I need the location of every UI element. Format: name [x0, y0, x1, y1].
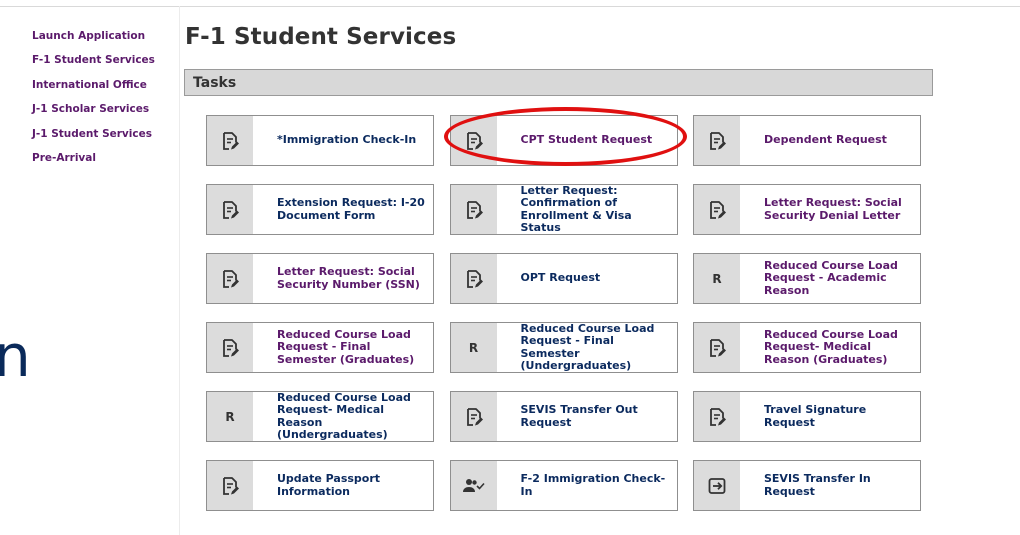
letter-r-glyph: R — [225, 409, 235, 424]
task-tile-label: Reduced Course Load Request- Medical Rea… — [764, 327, 898, 366]
task-tile-label: CPT Student Request — [520, 133, 653, 147]
task-tile-label: Extension Request: I-20 Document Form — [277, 196, 425, 222]
document-edit-icon — [207, 254, 253, 303]
task-tile[interactable]: Letter Request: Confirmation of Enrollme… — [449, 183, 678, 235]
document-edit-icon — [207, 461, 253, 510]
task-tile[interactable]: Extension Request: I-20 Document Form — [206, 184, 434, 235]
letter-r-icon: R — [450, 323, 497, 372]
top-divider — [0, 6, 1020, 7]
task-tile[interactable]: F-2 Immigration Check-In — [449, 460, 678, 511]
transfer-in-icon — [694, 461, 740, 510]
document-edit-icon — [450, 185, 497, 234]
task-tile[interactable]: OPT Request — [449, 253, 678, 304]
partial-edge-text: n — [0, 322, 31, 390]
page-title: F-1 Student Services — [185, 24, 457, 50]
task-tile[interactable]: R Reduced Course Load Request - Final Sem… — [449, 321, 678, 373]
document-edit-icon — [450, 254, 497, 303]
task-tile[interactable]: SEVIS Transfer Out Request — [449, 391, 678, 442]
task-tile-label: Reduced Course Load Request- Medical Rea… — [277, 390, 411, 441]
task-tile[interactable]: Letter Request: Social Security Number (… — [206, 253, 434, 304]
task-tile-label: Letter Request: Confirmation of Enrollme… — [520, 183, 632, 234]
document-edit-icon — [207, 323, 253, 372]
sidebar-item-launch-application[interactable]: Launch Application — [32, 30, 172, 54]
task-tile-label: Reduced Course Load Request - Final Seme… — [520, 321, 655, 372]
letter-r-icon: R — [207, 392, 253, 441]
task-tile-label: SEVIS Transfer In Request — [764, 472, 871, 498]
letter-r-glyph: R — [712, 271, 722, 286]
task-tile[interactable]: Dependent Request — [693, 115, 921, 166]
document-edit-icon — [694, 392, 740, 441]
task-tile[interactable]: Update Passport Information — [206, 460, 434, 511]
task-tile-label: Travel Signature Request — [764, 403, 867, 429]
sidebar-divider — [179, 6, 180, 535]
tasks-section-header: Tasks — [184, 69, 933, 96]
task-tile[interactable]: R Reduced Course Load Request - Academic … — [693, 253, 921, 304]
document-edit-icon — [694, 185, 740, 234]
task-tile[interactable]: SEVIS Transfer In Request — [693, 460, 921, 511]
document-edit-icon — [694, 323, 740, 372]
task-tile[interactable]: Reduced Course Load Request - Final Seme… — [206, 322, 434, 373]
task-tile-label: Letter Request: Social Security Denial L… — [764, 196, 902, 222]
document-edit-icon — [207, 185, 253, 234]
letter-r-glyph: R — [468, 340, 479, 355]
task-tile-label: F-2 Immigration Check-In — [520, 472, 666, 498]
task-tile-label: Update Passport Information — [277, 472, 381, 498]
document-edit-icon — [450, 116, 497, 165]
sidebar-item-j1-student-services[interactable]: J-1 Student Services — [32, 128, 172, 152]
person-check-icon — [450, 461, 497, 510]
task-grid: *Immigration Check-In CPT Student Request… — [206, 115, 921, 515]
task-tile-label: SEVIS Transfer Out Request — [520, 403, 638, 429]
tasks-header-label: Tasks — [193, 75, 237, 91]
task-tile[interactable]: Travel Signature Request — [693, 391, 921, 442]
task-tile-label: Reduced Course Load Request - Academic R… — [764, 258, 898, 297]
sidebar-item-pre-arrival[interactable]: Pre-Arrival — [32, 152, 172, 176]
task-tile[interactable]: Reduced Course Load Request- Medical Rea… — [693, 322, 921, 373]
task-tile[interactable]: R Reduced Course Load Request- Medical Re… — [206, 391, 434, 442]
task-tile[interactable]: *Immigration Check-In — [206, 115, 434, 166]
task-tile[interactable]: Letter Request: Social Security Denial L… — [693, 184, 921, 235]
sidebar-nav: Launch Application F-1 Student Services … — [32, 30, 172, 176]
sidebar-item-international-office[interactable]: International Office — [32, 79, 172, 103]
task-tile-label: *Immigration Check-In — [277, 133, 417, 147]
document-edit-icon — [694, 116, 740, 165]
letter-r-icon: R — [694, 254, 740, 303]
task-tile[interactable]: CPT Student Request — [449, 115, 678, 166]
task-tile-label: Letter Request: Social Security Number (… — [277, 265, 420, 291]
task-tile-label: Reduced Course Load Request - Final Seme… — [277, 327, 415, 366]
document-edit-icon — [207, 116, 253, 165]
task-tile-label: Dependent Request — [764, 133, 887, 147]
sidebar-item-j1-scholar-services[interactable]: J-1 Scholar Services — [32, 103, 172, 127]
sidebar-item-f1-student-services[interactable]: F-1 Student Services — [32, 54, 172, 78]
task-tile-label: OPT Request — [520, 271, 601, 285]
document-edit-icon — [450, 392, 497, 441]
